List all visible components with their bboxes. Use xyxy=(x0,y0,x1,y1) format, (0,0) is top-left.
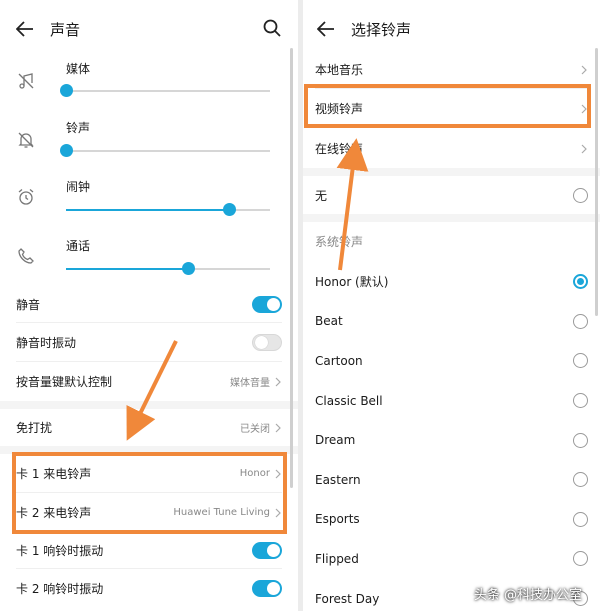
arrow-to-sim-ringtones xyxy=(126,340,178,441)
watermark-text: 头条 @科技办公室 xyxy=(473,588,582,603)
arrow-to-video-ringtone xyxy=(336,138,369,271)
annotation-arrows xyxy=(126,138,369,441)
watermark: 头条 @科技办公室 xyxy=(474,584,582,603)
